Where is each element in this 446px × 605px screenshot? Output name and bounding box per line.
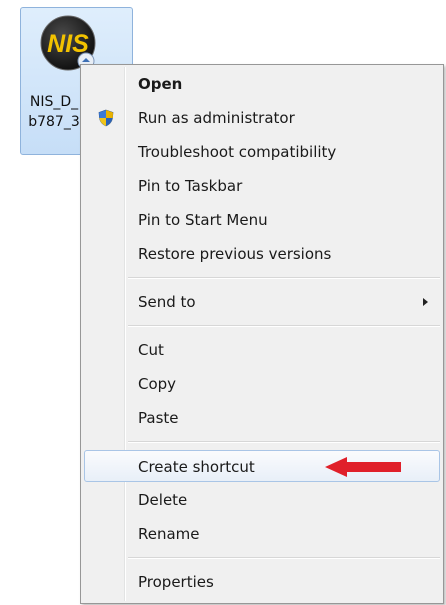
menu-separator — [128, 277, 440, 279]
desktop-shortcut-label: NIS_D_ b787_3 — [23, 92, 85, 132]
menu-item-label: Run as administrator — [138, 109, 295, 127]
menu-item-label: Send to — [138, 293, 196, 311]
menu-item-delete[interactable]: Delete — [84, 484, 440, 516]
menu-item-properties[interactable]: Properties — [84, 566, 440, 598]
desktop: NIS NIS_D_ b787_3 Open Run as administra… — [0, 0, 446, 605]
menu-item-troubleshoot-compatibility[interactable]: Troubleshoot compatibility — [84, 136, 440, 168]
menu-item-label: Restore previous versions — [138, 245, 332, 263]
menu-item-pin-to-start-menu[interactable]: Pin to Start Menu — [84, 204, 440, 236]
menu-item-pin-to-taskbar[interactable]: Pin to Taskbar — [84, 170, 440, 202]
desktop-shortcut-label-line2: b787_3 — [28, 114, 80, 130]
context-menu: Open Run as administrator Troubleshoot c… — [80, 64, 444, 604]
menu-item-paste[interactable]: Paste — [84, 402, 440, 434]
menu-separator — [128, 557, 440, 559]
menu-separator — [128, 441, 440, 443]
menu-item-cut[interactable]: Cut — [84, 334, 440, 366]
menu-item-label: Troubleshoot compatibility — [138, 143, 337, 161]
menu-item-restore-previous-versions[interactable]: Restore previous versions — [84, 238, 440, 270]
menu-item-copy[interactable]: Copy — [84, 368, 440, 400]
menu-item-send-to[interactable]: Send to — [84, 286, 440, 318]
red-arrow-icon — [325, 457, 401, 477]
menu-item-label: Paste — [138, 409, 179, 427]
menu-item-create-shortcut[interactable]: Create shortcut — [84, 450, 440, 482]
desktop-shortcut-label-line1: NIS_D_ — [29, 94, 79, 110]
menu-item-label: Open — [138, 75, 183, 93]
submenu-arrow-icon — [423, 298, 428, 306]
menu-item-open[interactable]: Open — [84, 68, 440, 100]
menu-item-label: Pin to Start Menu — [138, 211, 268, 229]
uac-shield-icon — [98, 109, 114, 127]
menu-item-label: Pin to Taskbar — [138, 177, 243, 195]
menu-item-rename[interactable]: Rename — [84, 518, 440, 550]
menu-item-label: Rename — [138, 525, 200, 543]
menu-item-label: Create shortcut — [138, 458, 255, 476]
menu-item-label: Properties — [138, 573, 214, 591]
menu-item-label: Delete — [138, 491, 188, 509]
menu-separator — [128, 325, 440, 327]
menu-item-label: Copy — [138, 375, 177, 393]
menu-item-run-as-administrator[interactable]: Run as administrator — [84, 102, 440, 134]
menu-item-label: Cut — [138, 341, 164, 359]
